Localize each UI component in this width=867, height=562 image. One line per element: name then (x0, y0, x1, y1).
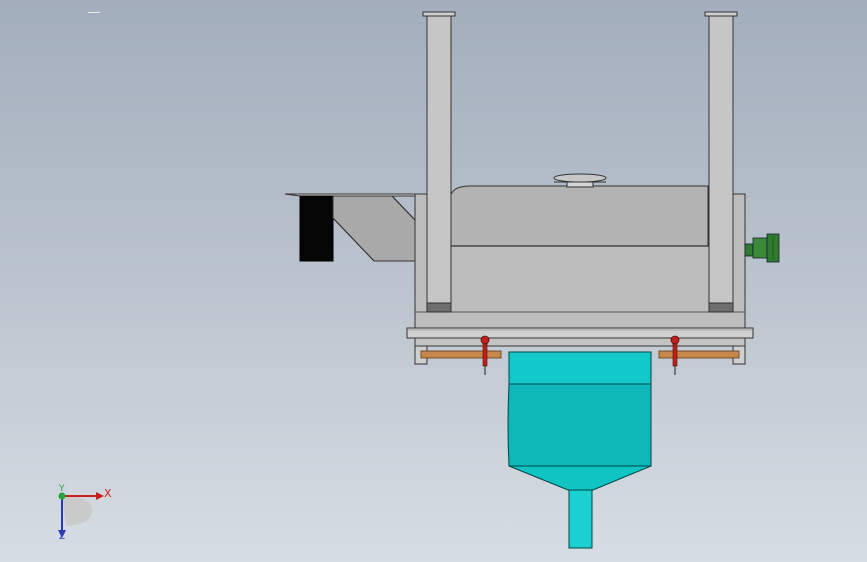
cad-viewport[interactable]: X Y Z (0, 0, 867, 562)
z-axis-label: Z (59, 532, 66, 542)
right-gasket (658, 350, 740, 359)
inlet-chute[interactable] (284, 193, 416, 262)
outlet-hopper[interactable] (507, 351, 652, 549)
y-axis-label: Y (59, 484, 65, 494)
x-axis-label: X (104, 487, 112, 500)
top-port[interactable] (553, 173, 607, 188)
screen-body[interactable] (414, 185, 746, 335)
x-arrow-head (96, 492, 104, 500)
right-support-post[interactable] (704, 11, 738, 313)
left-gasket (420, 350, 502, 359)
left-support-post[interactable] (422, 11, 456, 313)
chute-opening (299, 195, 334, 262)
assembly-model[interactable] (0, 0, 867, 562)
drive-motor[interactable] (744, 233, 780, 263)
outlet-pipe (568, 489, 593, 549)
